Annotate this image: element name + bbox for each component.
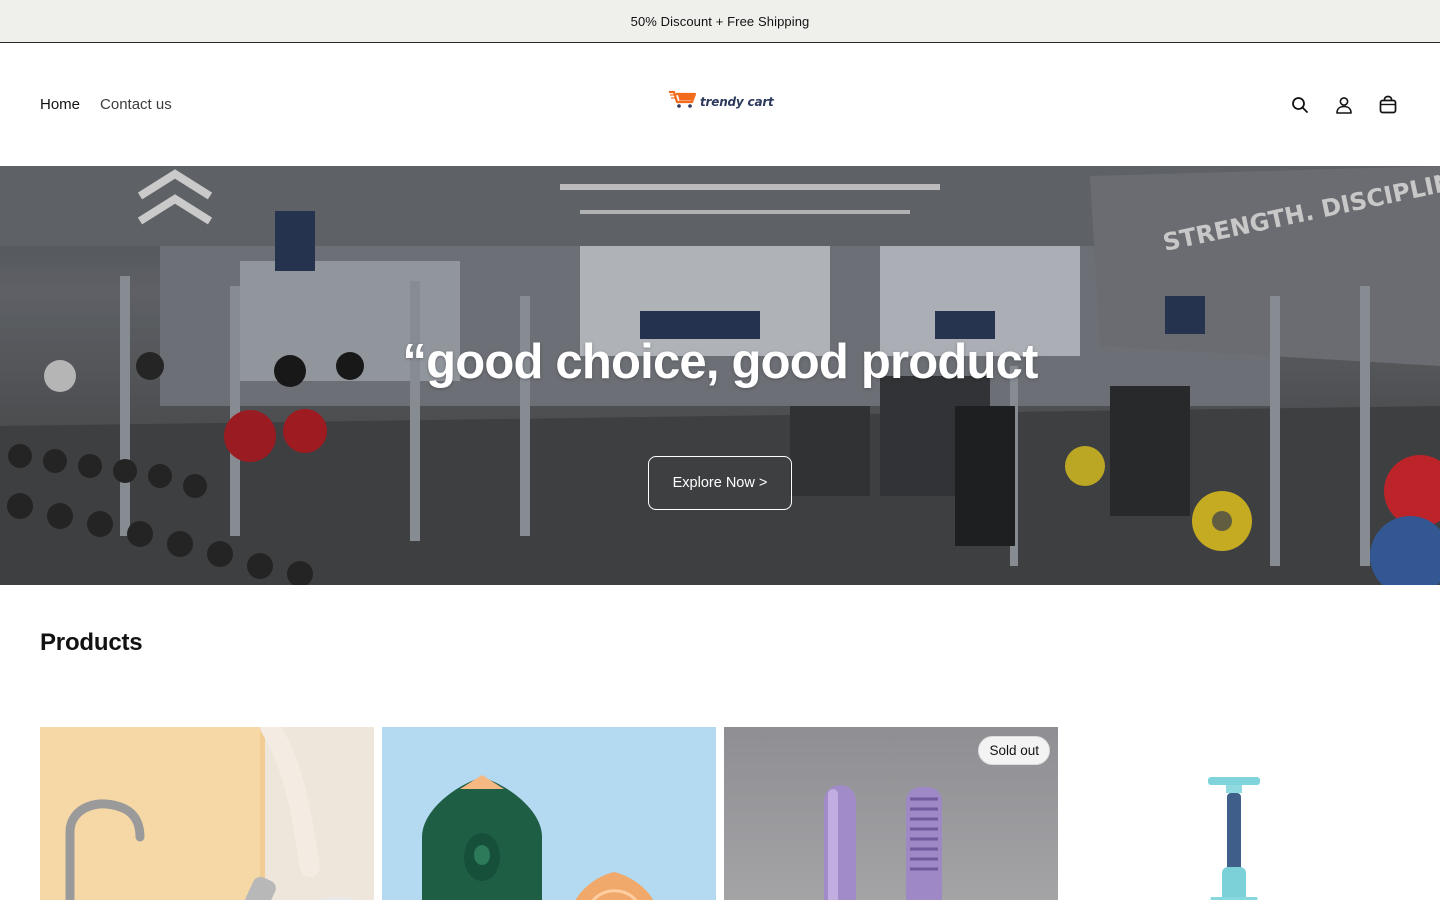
- explore-now-button[interactable]: Explore Now >: [648, 456, 792, 510]
- site-logo[interactable]: trendy cart: [668, 89, 774, 114]
- products-title: Products: [40, 629, 143, 656]
- products-section: Products Sold out: [0, 585, 1440, 900]
- product-image-blue-device: [1066, 727, 1400, 900]
- cart-logo-icon: [668, 89, 698, 114]
- product-image-kitchen-sink: [40, 727, 374, 900]
- product-card[interactable]: [1066, 727, 1400, 900]
- header-icons: [1288, 43, 1400, 166]
- hero-banner: STRENGTH. DISCIPLINE. “good choice, good…: [0, 166, 1440, 585]
- search-icon[interactable]: [1288, 93, 1312, 117]
- sold-out-badge: Sold out: [978, 736, 1050, 765]
- product-card[interactable]: [382, 727, 716, 900]
- product-card[interactable]: Sold out: [724, 727, 1058, 900]
- nav-link-home[interactable]: Home: [40, 96, 80, 113]
- hero-heading: “good choice, good product: [402, 335, 1038, 389]
- logo-text: trendy cart: [700, 94, 774, 109]
- cart-icon[interactable]: [1376, 93, 1400, 117]
- account-icon[interactable]: [1332, 93, 1356, 117]
- announcement-text: 50% Discount + Free Shipping: [630, 13, 810, 29]
- product-image-steam-iron: [382, 727, 716, 900]
- main-nav: Home Contact us: [40, 96, 172, 113]
- announcement-bar: 50% Discount + Free Shipping: [0, 0, 1440, 43]
- site-header: Home Contact us trendy cart: [0, 43, 1440, 166]
- hero-content: “good choice, good product Explore Now >: [0, 166, 1440, 585]
- nav-link-contact[interactable]: Contact us: [100, 96, 172, 113]
- product-grid: Sold out: [40, 727, 1400, 900]
- product-card[interactable]: [40, 727, 374, 900]
